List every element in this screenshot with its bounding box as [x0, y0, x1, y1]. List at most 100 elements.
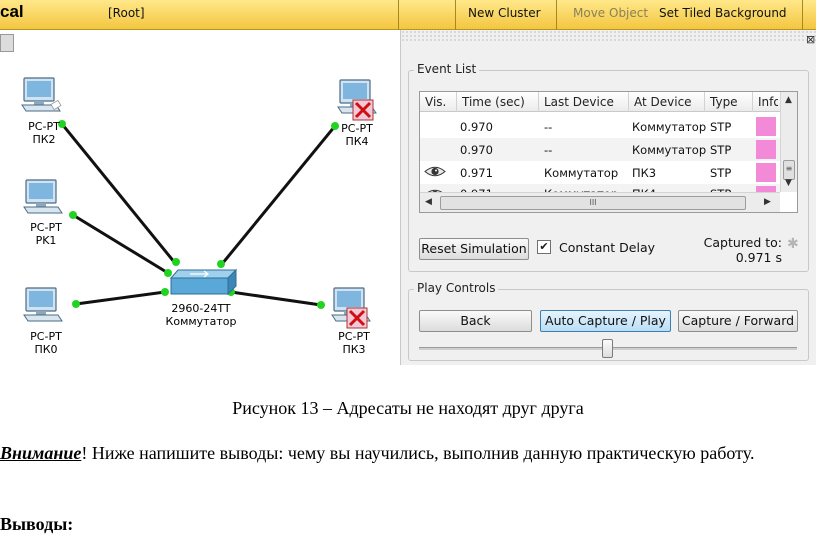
port-led	[72, 300, 80, 308]
event-list-header: Vis. Time (sec) Last Device At Device Ty…	[420, 92, 780, 112]
event-at-device: Коммутатор	[632, 120, 707, 134]
new-cluster-button[interactable]: New Cluster	[468, 6, 541, 20]
pc-pk3-icon	[331, 287, 371, 329]
column-header-info[interactable]: Info	[758, 95, 778, 109]
pc-pk0-icon	[23, 287, 63, 322]
event-info-swatch[interactable]	[756, 163, 776, 182]
device-model: PC-PT	[338, 330, 370, 343]
switch-icon	[169, 268, 238, 296]
toolbar-separator	[398, 0, 399, 30]
back-button[interactable]: Back	[419, 310, 532, 332]
panel-grip[interactable]	[401, 30, 816, 42]
column-separator	[538, 92, 539, 112]
pc-pk1-icon	[23, 179, 63, 214]
device-model: PC-PT	[30, 330, 62, 343]
column-separator	[704, 92, 705, 112]
event-list-table[interactable]: Vis. Time (sec) Last Device At Device Ty…	[419, 91, 798, 213]
logical-workspace[interactable]: PC-PT ПК2 PC-PT ПК4 PC-PT PK1 PC-PT ПК0 …	[0, 30, 400, 365]
move-object-button[interactable]: Move Object	[573, 6, 648, 20]
figure-caption: Рисунок 13 – Адресаты не находят друг др…	[0, 397, 816, 419]
device-name: PK1	[35, 234, 57, 247]
device-name: ПК0	[34, 343, 58, 356]
device-label-pk0: PC-PT ПК0	[22, 330, 70, 356]
event-info-swatch[interactable]	[756, 140, 776, 159]
device-label-pk3: PC-PT ПК3	[330, 330, 378, 356]
port-led	[164, 269, 172, 277]
reset-simulation-button[interactable]: Reset Simulation	[419, 238, 529, 260]
event-type: STP	[710, 120, 732, 134]
constant-delay-label: Constant Delay	[559, 240, 656, 255]
asterisk-icon: ✱	[787, 236, 799, 252]
instruction-paragraph: Внимание! Ниже напишите выводы: чему вы …	[0, 442, 816, 464]
toolbar-separator	[802, 0, 803, 30]
top-toolbar: cal [Root] New Cluster Move Object Set T…	[0, 0, 816, 30]
column-header-vis[interactable]: Vis.	[425, 95, 446, 109]
link-pk4-switch	[220, 125, 337, 265]
event-list-vertical-scrollbar[interactable]: ▲ ≡ ▼	[780, 92, 797, 192]
device-label-switch: 2960-24TT Коммутатор	[160, 302, 242, 328]
event-row[interactable]: 0.970 -- Коммутатор STP	[420, 138, 780, 161]
horizontal-scroll-thumb[interactable]: III	[440, 196, 746, 210]
figure-caption-text: Рисунок 13 – Адресаты не находят друг др…	[232, 398, 584, 418]
port-led	[161, 288, 169, 296]
close-icon[interactable]: ⊠	[806, 33, 815, 46]
event-type: STP	[710, 143, 732, 157]
device-label-pk4: PC-PT ПК4	[333, 122, 381, 148]
column-header-time[interactable]: Time (sec)	[462, 95, 525, 109]
attention-word: Внимание	[0, 443, 82, 463]
scroll-right-icon[interactable]: ▶	[764, 197, 771, 207]
link-pk1-switch	[72, 213, 169, 275]
play-speed-slider-thumb[interactable]	[602, 339, 613, 358]
link-pk3-switch	[230, 290, 322, 307]
event-time: 0.970	[460, 143, 493, 157]
instruction-text: ! Ниже напишите выводы: чему вы научилис…	[81, 443, 755, 463]
scroll-down-icon[interactable]: ▼	[785, 178, 792, 188]
constant-delay-checkbox[interactable]: ✔	[537, 240, 551, 254]
set-tiled-background-button[interactable]: Set Tiled Background	[659, 6, 787, 20]
event-row[interactable]: 0.971 Коммутатор ПК3 STP	[420, 161, 780, 184]
event-time: 0.970	[460, 120, 493, 134]
device-model: PC-PT	[28, 120, 60, 133]
device-model: 2960-24TT	[171, 302, 231, 315]
device-name: ПК3	[342, 343, 366, 356]
play-controls-title: Play Controls	[414, 281, 499, 295]
pc-pk2-icon	[21, 77, 62, 112]
event-last-device: --	[544, 143, 553, 157]
event-last-device: Коммутатор	[544, 166, 619, 180]
event-info-swatch[interactable]	[756, 117, 776, 136]
pc-pk4-icon	[337, 79, 377, 121]
port-led	[317, 301, 325, 309]
conclusions-heading: Выводы:	[0, 514, 74, 534]
toolbar-separator	[455, 0, 456, 30]
capture-forward-button[interactable]: Capture / Forward	[678, 310, 798, 332]
device-model: PC-PT	[30, 221, 62, 234]
device-name: ПК4	[345, 135, 369, 148]
root-breadcrumb[interactable]: [Root]	[108, 6, 145, 20]
device-label-pk2: PC-PT ПК2	[20, 120, 68, 146]
column-header-type[interactable]: Type	[710, 95, 738, 109]
column-separator	[752, 92, 753, 112]
auto-capture-play-button[interactable]: Auto Capture / Play	[540, 310, 671, 332]
port-led	[69, 211, 77, 219]
event-time: 0.971	[460, 166, 493, 180]
app-title: cal	[0, 2, 24, 21]
column-header-at-device[interactable]: At Device	[634, 95, 692, 109]
vertical-scroll-thumb[interactable]: ≡	[783, 160, 795, 180]
device-model: PC-PT	[341, 122, 373, 135]
event-row[interactable]: 0.970 -- Коммутатор STP	[420, 115, 780, 138]
device-name: ПК2	[32, 133, 56, 146]
column-header-last-device[interactable]: Last Device	[544, 95, 614, 109]
eye-icon[interactable]	[424, 165, 446, 178]
event-last-device: --	[544, 120, 553, 134]
scroll-left-icon[interactable]: ◀	[425, 197, 432, 207]
event-list-horizontal-scrollbar[interactable]: ◀ III ▶	[420, 192, 780, 212]
column-separator	[628, 92, 629, 112]
captured-to-label: Captured to:	[703, 235, 782, 250]
event-at-device: ПК3	[632, 166, 657, 180]
port-led	[217, 260, 225, 268]
event-type: STP	[710, 166, 732, 180]
scroll-up-icon[interactable]: ▲	[785, 95, 792, 105]
device-label-pk1: PC-PT PK1	[22, 221, 70, 247]
device-name: Коммутатор	[165, 315, 237, 328]
event-at-device: Коммутатор	[632, 143, 707, 157]
